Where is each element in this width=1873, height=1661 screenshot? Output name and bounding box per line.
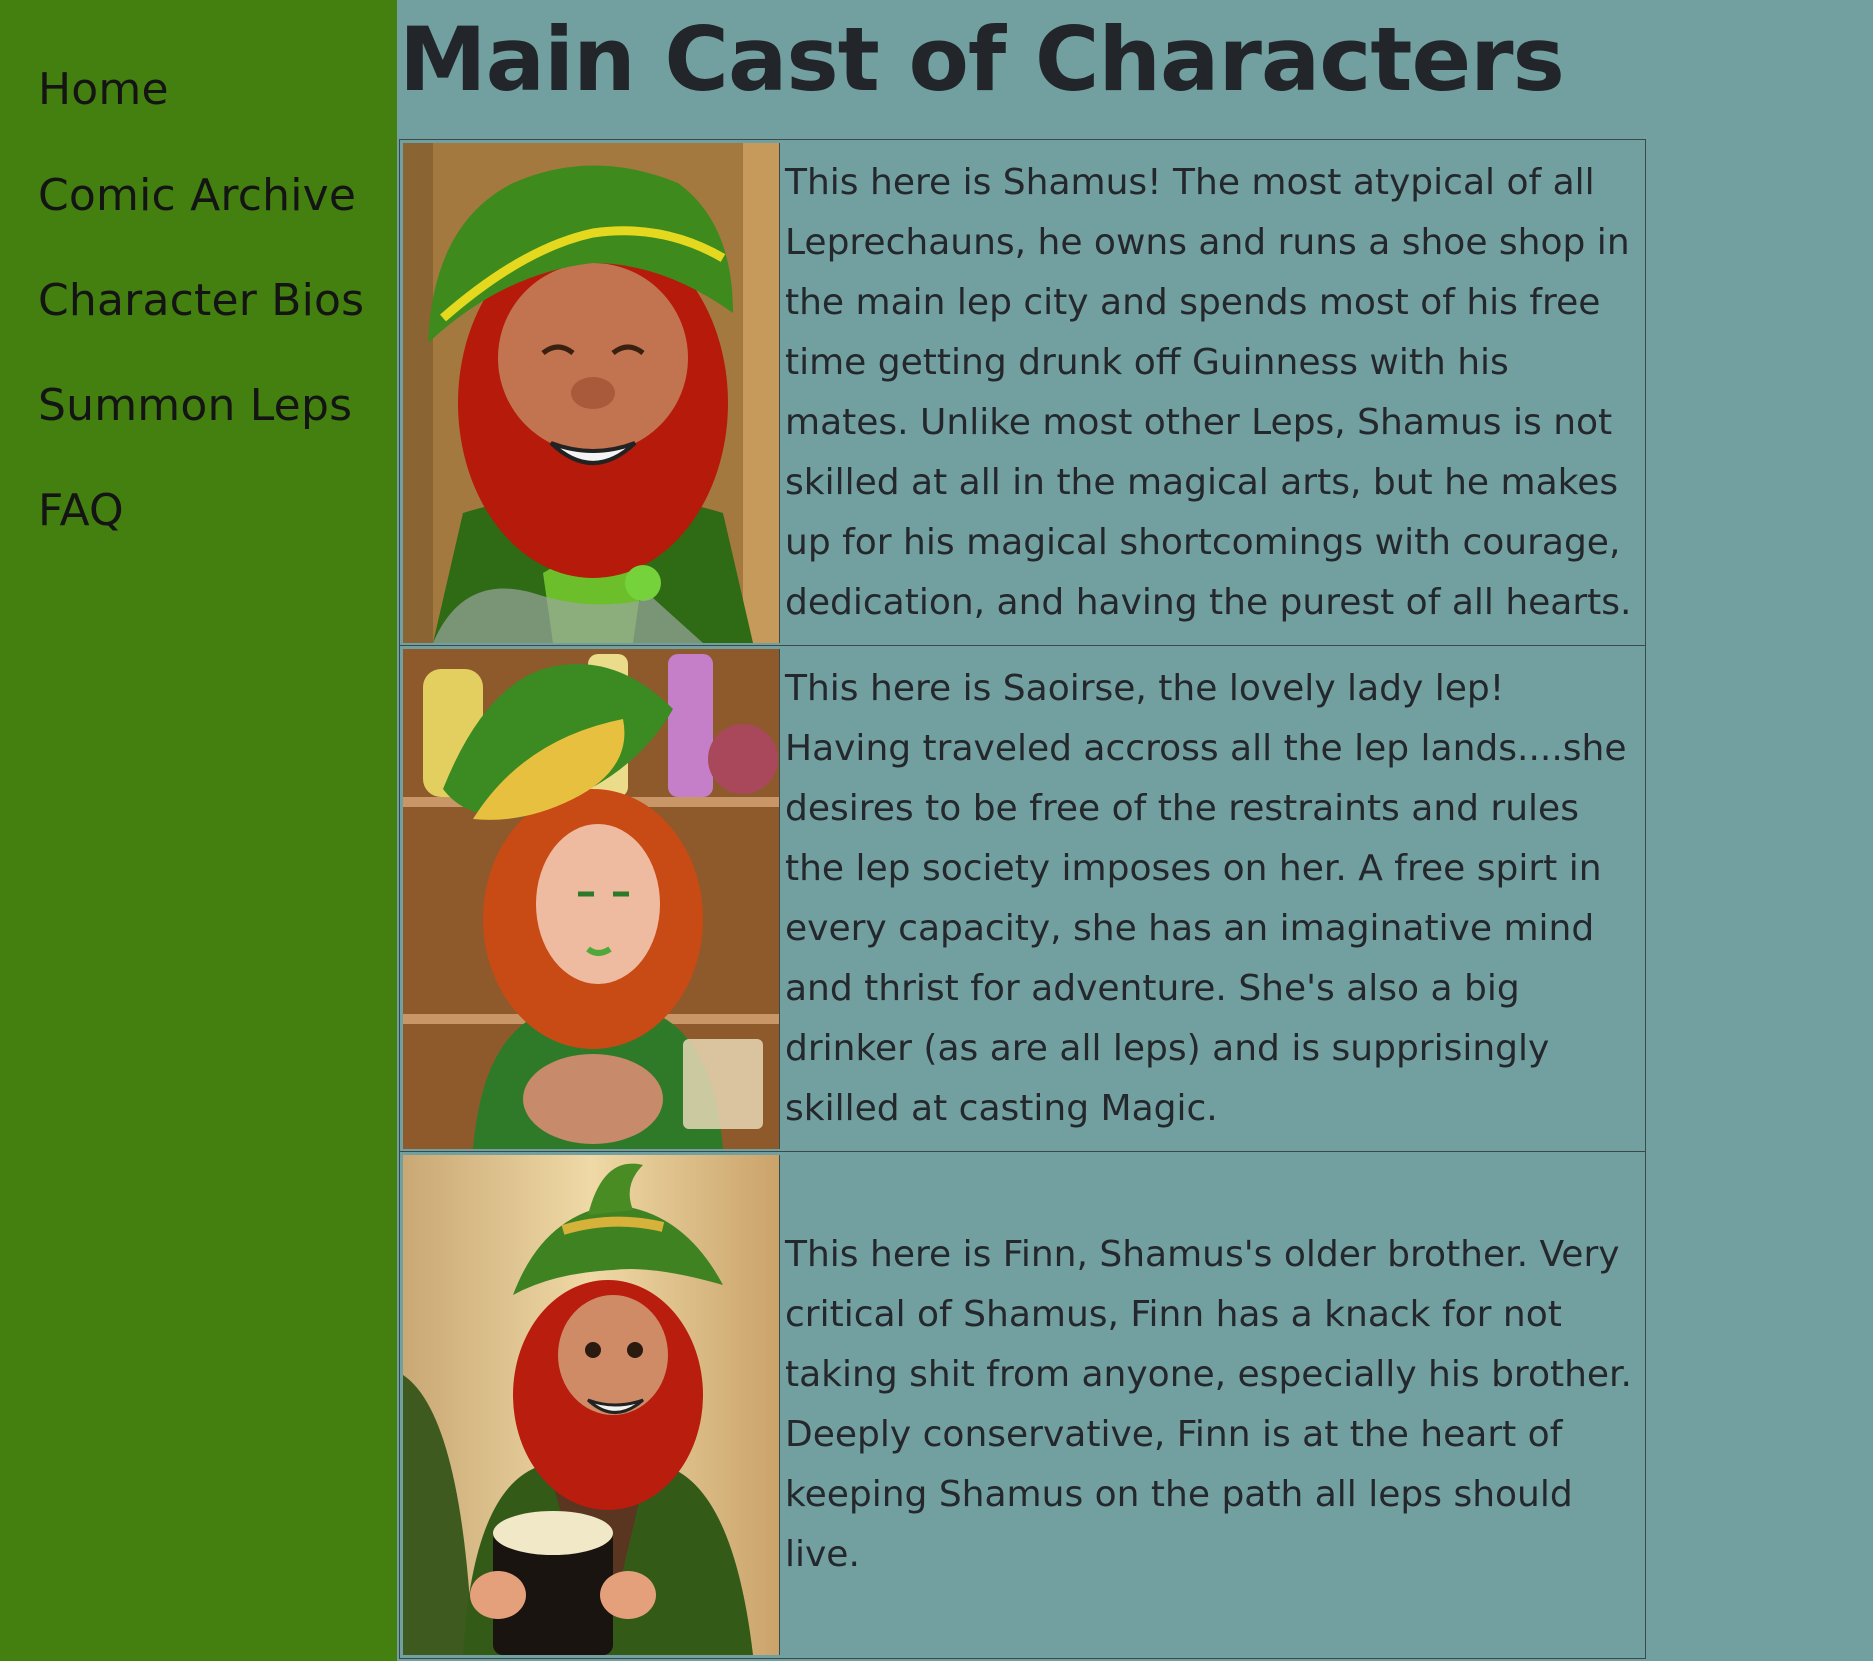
nav-character-bios-link[interactable]: Character Bios (38, 275, 364, 326)
page-title: Main Cast of Characters (399, 8, 1565, 111)
cast-table: This here is Shamus! The most atypical o… (399, 139, 1646, 1659)
leprechaun-finn-portrait (403, 1155, 780, 1655)
nav-summon-leps-link[interactable]: Summon Leps (38, 380, 352, 431)
main-content: Main Cast of Characters This here is Sha… (397, 0, 1873, 1661)
nav-faq-link[interactable]: FAQ (38, 485, 124, 536)
nav-comic-archive-link[interactable]: Comic Archive (38, 170, 356, 221)
leprechaun-shamus-portrait (403, 143, 780, 643)
character-bio-text: This here is Shamus! The most atypical o… (785, 161, 1632, 623)
leprechaun-saoirse-portrait (403, 649, 780, 1149)
character-bio-text: This here is Saoirse, the lovely lady le… (785, 667, 1627, 1129)
nav-home-link[interactable]: Home (38, 64, 169, 115)
character-row-finn: This here is Finn, Shamus's older brothe… (400, 1152, 1645, 1658)
character-row-shamus: This here is Shamus! The most atypical o… (400, 140, 1645, 646)
character-row-saoirse: This here is Saoirse, the lovely lady le… (400, 646, 1645, 1152)
character-bio-text: This here is Finn, Shamus's older brothe… (785, 1234, 1632, 1575)
sidebar-nav: Home Comic Archive Character Bios Summon… (0, 0, 397, 1661)
